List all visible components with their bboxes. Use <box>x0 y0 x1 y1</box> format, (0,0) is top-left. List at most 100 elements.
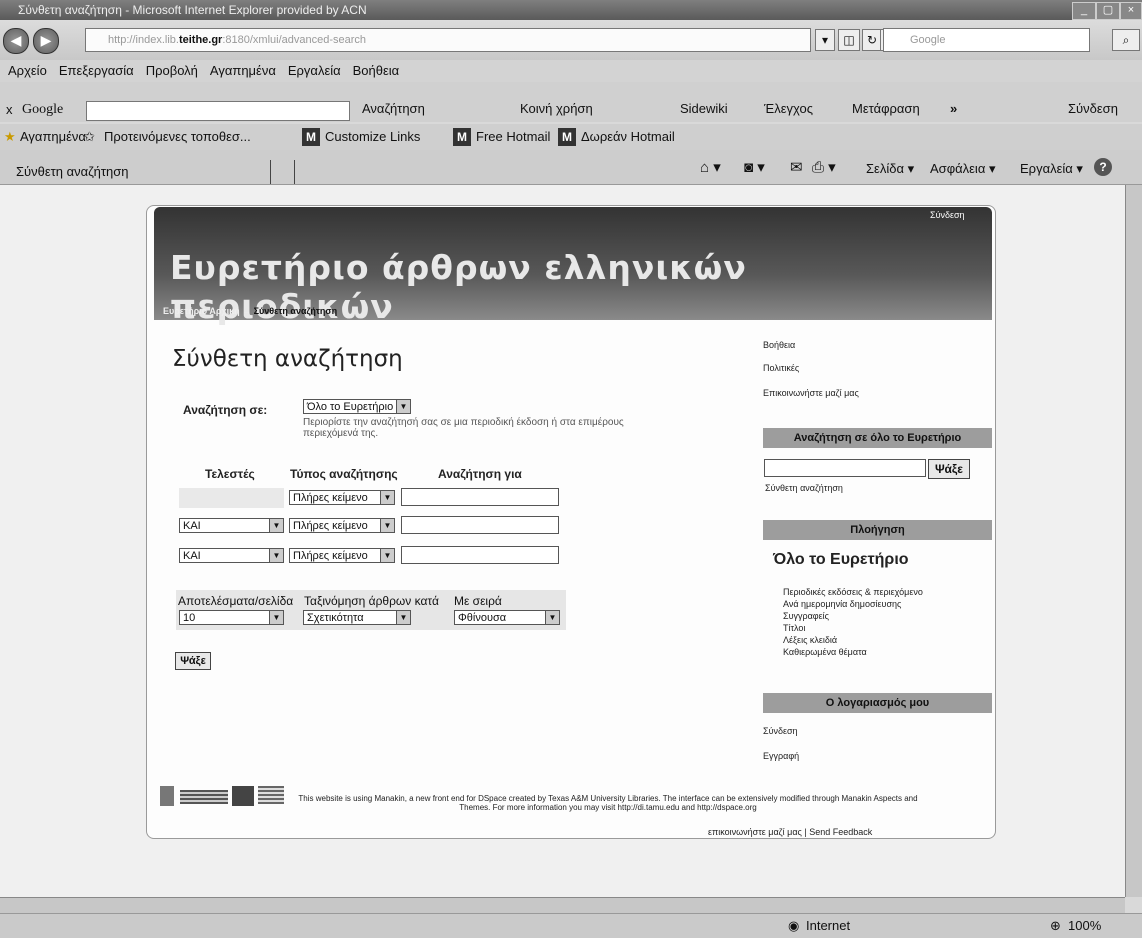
google-toolbar-input[interactable] <box>86 101 350 121</box>
safety-menu[interactable]: Ασφάλεια ▾ <box>930 161 995 177</box>
sidewiki-button[interactable]: Sidewiki <box>680 101 728 116</box>
fav-suggested-sites[interactable]: Προτεινόμενες τοποθεσ... <box>104 124 251 150</box>
search-icon[interactable]: ⌕ <box>1112 29 1140 51</box>
google-search-button[interactable]: Αναζήτηση <box>362 101 425 116</box>
footer-text: This website is using Manakin, a new fro… <box>298 794 918 812</box>
favorites-button[interactable]: Αγαπημένα <box>20 124 86 150</box>
search-submit-button[interactable]: Ψάξε <box>175 652 211 670</box>
msn-icon: M <box>302 128 320 146</box>
operator-select-3[interactable]: ΚΑΙ ▼ <box>179 548 284 563</box>
breadcrumb-current: Σύνθετη αναζήτηση <box>253 306 338 316</box>
type-select-value: Πλήρες κείμενο <box>293 520 368 532</box>
fav-customize-links[interactable]: Customize Links <box>325 124 420 150</box>
chevron-down-icon: ▼ <box>269 549 283 562</box>
browse-item[interactable]: Ανά ημερομηνία δημοσίευσης <box>783 599 901 609</box>
check-button[interactable]: Έλεγχος <box>764 101 813 116</box>
fav-free-hotmail[interactable]: Free Hotmail <box>476 124 550 150</box>
add-favorite-icon[interactable]: ✩ <box>84 124 95 150</box>
sort-select[interactable]: Σχετικότητα ▼ <box>303 610 411 625</box>
col-type: Τύπος αναζήτησης <box>290 467 398 481</box>
zoom-icon[interactable]: ⊕ <box>1050 918 1061 934</box>
page-tab[interactable]: Σύνθετη αναζήτηση <box>16 164 129 179</box>
fav-hotmail-gr[interactable]: Δωρεάν Hotmail <box>581 124 675 150</box>
menu-view[interactable]: Προβολή <box>146 63 198 78</box>
breadcrumb-home[interactable]: Ευρετήριο Αρχική <box>163 306 240 316</box>
translate-button[interactable]: Μετάφραση <box>852 101 920 116</box>
google-toolbar-close[interactable]: x <box>6 102 13 117</box>
help-icon[interactable]: ? <box>1094 158 1112 176</box>
query-input-1[interactable] <box>401 488 559 506</box>
scope-select[interactable]: Όλο το Ευρετήριο ▼ <box>303 399 411 414</box>
results-per-page-select[interactable]: 10 ▼ <box>179 610 284 625</box>
search-box[interactable]: Google <box>883 28 1090 52</box>
print-icon[interactable]: ⎙ ▾ <box>812 158 836 176</box>
url-suffix: :8180/xmlui/advanced-search <box>222 34 367 46</box>
tools-menu[interactable]: Εργαλεία ▾ <box>1020 161 1083 177</box>
forward-button[interactable]: ▶ <box>33 28 59 54</box>
zoom-level[interactable]: 100% <box>1068 918 1101 933</box>
browse-item[interactable]: Συγγραφείς <box>783 611 829 621</box>
minimize-button[interactable]: _ <box>1072 2 1096 20</box>
favorites-bar: ★ Αγαπημένα ✩ Προτεινόμενες τοποθεσ... M… <box>0 124 1142 150</box>
type-select-2[interactable]: Πλήρες κείμενο ▼ <box>289 518 395 533</box>
vertical-scrollbar[interactable] <box>1125 185 1142 897</box>
browse-item[interactable]: Τίτλοι <box>783 623 805 633</box>
account-register-link[interactable]: Εγγραφή <box>763 751 799 761</box>
sidebar-search-button[interactable]: Ψάξε <box>928 459 970 479</box>
browse-item[interactable]: Καθιερωμένα θέματα <box>783 647 867 657</box>
sponsor-logo <box>258 786 284 804</box>
compatibility-icon[interactable]: ◫ <box>838 29 860 51</box>
operator-select-2[interactable]: ΚΑΙ ▼ <box>179 518 284 533</box>
dropdown-arrow-icon[interactable]: ▾ <box>815 29 835 51</box>
sidebar-link-policies[interactable]: Πολιτικές <box>763 363 799 373</box>
sidebar-advanced-link[interactable]: Σύνθετη αναζήτηση <box>765 483 843 493</box>
query-input-2[interactable] <box>401 516 559 534</box>
sponsor-logo <box>160 786 174 806</box>
toolbar-more[interactable]: » <box>950 101 957 116</box>
menu-favorites[interactable]: Αγαπημένα <box>210 63 276 78</box>
page-menu[interactable]: Σελίδα ▾ <box>866 161 914 177</box>
query-input-3[interactable] <box>401 546 559 564</box>
back-button[interactable]: ◀ <box>3 28 29 54</box>
footer-contact-link[interactable]: επικοινωνήστε μαζί μας <box>708 827 802 837</box>
url-prefix: http://index.lib. <box>108 34 179 46</box>
type-select-3[interactable]: Πλήρες κείμενο ▼ <box>289 548 395 563</box>
menu-tools[interactable]: Εργαλεία <box>288 63 341 78</box>
sidebar-link-help[interactable]: Βοήθεια <box>763 340 795 350</box>
sidebar-search-input[interactable] <box>764 459 926 477</box>
operator-value: ΚΑΙ <box>183 520 201 532</box>
menu-help[interactable]: Βοήθεια <box>353 63 400 78</box>
share-button[interactable]: Κοινή χρήση <box>520 101 593 116</box>
tab-divider <box>270 160 271 184</box>
sidebar-account-heading: Ο λογαριασμός μου <box>763 693 992 713</box>
browse-item[interactable]: Περιοδικές εκδόσεις & περιεχόμενο <box>783 587 923 597</box>
google-signin[interactable]: Σύνδεση <box>1068 101 1118 116</box>
browse-item[interactable]: Λέξεις κλειδιά <box>783 635 837 645</box>
breadcrumb-separator: → <box>242 306 252 316</box>
close-window-button[interactable]: × <box>1120 2 1142 20</box>
window-titlebar: Σύνθετη αναζήτηση - Microsoft Internet E… <box>0 0 1142 20</box>
header-login-link[interactable]: Σύνδεση <box>930 210 965 220</box>
home-icon[interactable]: ⌂ ▾ <box>700 158 721 176</box>
menu-file[interactable]: Αρχείο <box>8 63 47 78</box>
address-bar[interactable]: http://index.lib.teithe.gr:8180/xmlui/ad… <box>85 28 811 52</box>
sidebar-link-contact[interactable]: Επικοινωνήστε μαζί μας <box>763 388 859 398</box>
maximize-button[interactable]: ▢ <box>1096 2 1120 20</box>
sidebar-browse-heading: Πλοήγηση <box>763 520 992 540</box>
type-select-1[interactable]: Πλήρες κείμενο ▼ <box>289 490 395 505</box>
scope-help: Περιορίστε την αναζήτησή σας σε μια περι… <box>303 417 624 439</box>
safety-menu-label: Ασφάλεια <box>930 161 986 176</box>
menu-edit[interactable]: Επεξεργασία <box>59 63 134 78</box>
refresh-icon[interactable]: ↻ <box>862 29 882 51</box>
msn-icon: M <box>453 128 471 146</box>
page-title: Σύνθετη αναζήτηση <box>172 346 403 372</box>
account-login-link[interactable]: Σύνδεση <box>763 726 798 736</box>
footer-feedback-link[interactable]: Send Feedback <box>809 827 872 837</box>
horizontal-scrollbar[interactable] <box>0 897 1125 914</box>
mail-icon[interactable]: ✉ <box>790 158 803 176</box>
feeds-icon[interactable]: ◙ ▾ <box>744 158 765 176</box>
operator-value: ΚΑΙ <box>183 550 201 562</box>
favorites-star-icon[interactable]: ★ <box>4 124 16 150</box>
order-select[interactable]: Φθίνουσα ▼ <box>454 610 560 625</box>
search-placeholder: Google <box>910 34 946 46</box>
